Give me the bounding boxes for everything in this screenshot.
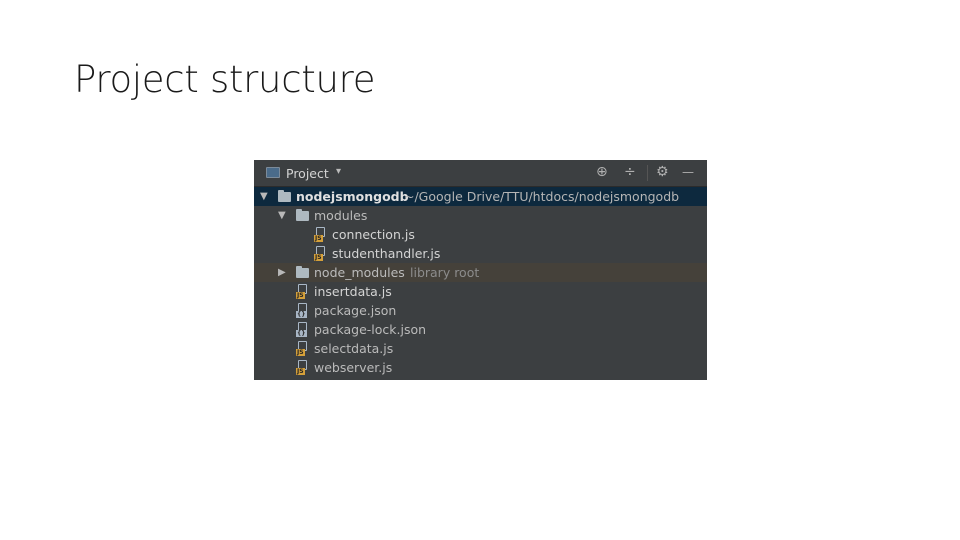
- minimize-icon[interactable]: —: [682, 164, 694, 180]
- project-view-icon: [266, 167, 280, 178]
- tree-item-node-modules[interactable]: ▶ node_modules library root: [254, 263, 707, 282]
- expand-arrow-icon[interactable]: ▼: [278, 206, 290, 225]
- tree-item-insertdata-js[interactable]: JS insertdata.js: [254, 282, 707, 301]
- js-file-icon: JS: [296, 360, 310, 375]
- tree-item-label: webserver.js: [314, 360, 393, 375]
- tree-item-label: node_modules: [314, 265, 405, 280]
- js-file-icon: JS: [296, 284, 310, 299]
- tree-item-label: selectdata.js: [314, 341, 394, 356]
- tree-item-label: nodejsmongodb: [296, 189, 409, 204]
- expand-arrow-icon[interactable]: ▼: [260, 187, 272, 206]
- project-tree: ▼ nodejsmongodb ~/Google Drive/TTU/htdoc…: [254, 187, 707, 377]
- collapse-icon[interactable]: ÷: [624, 164, 636, 180]
- tree-item-studenthandler-js[interactable]: JS studenthandler.js: [254, 244, 707, 263]
- toolbar-divider: [647, 165, 648, 181]
- project-view-selector[interactable]: Project: [286, 166, 329, 181]
- tree-item-label: studenthandler.js: [332, 246, 441, 261]
- project-tool-window: Project ▾ ⊕ ÷ ⚙ — ▼ nodejsmongodb ~/Goog…: [254, 160, 707, 380]
- tree-item-package-lock-json[interactable]: {} package-lock.json: [254, 320, 707, 339]
- tree-item-connection-js[interactable]: JS connection.js: [254, 225, 707, 244]
- project-toolbar: Project ▾ ⊕ ÷ ⚙ —: [254, 160, 707, 187]
- library-root-note: library root: [410, 265, 480, 280]
- tree-item-label: package.json: [314, 303, 397, 318]
- gear-icon[interactable]: ⚙: [656, 164, 669, 180]
- js-file-icon: JS: [314, 227, 328, 242]
- tree-item-label: connection.js: [332, 227, 415, 242]
- folder-icon: [278, 190, 291, 202]
- json-file-icon: {}: [296, 303, 310, 318]
- js-file-icon: JS: [314, 246, 328, 261]
- tree-item-label: insertdata.js: [314, 284, 392, 299]
- tree-item-package-json[interactable]: {} package.json: [254, 301, 707, 320]
- locate-icon[interactable]: ⊕: [596, 164, 608, 180]
- folder-icon: [296, 209, 309, 221]
- js-file-icon: JS: [296, 341, 310, 356]
- chevron-down-icon[interactable]: ▾: [336, 166, 341, 177]
- tree-item-nodejsmongodb[interactable]: ▼ nodejsmongodb ~/Google Drive/TTU/htdoc…: [254, 187, 707, 206]
- tree-item-webserver-js[interactable]: JS webserver.js: [254, 358, 707, 377]
- tree-item-path: ~/Google Drive/TTU/htdocs/nodejsmongodb: [404, 189, 680, 204]
- collapsed-arrow-icon[interactable]: ▶: [278, 263, 290, 282]
- tree-item-modules[interactable]: ▼ modules: [254, 206, 707, 225]
- tree-item-selectdata-js[interactable]: JS selectdata.js: [254, 339, 707, 358]
- tree-item-label: package-lock.json: [314, 322, 427, 337]
- slide-title: Project structure: [74, 58, 376, 101]
- json-file-icon: {}: [296, 322, 310, 337]
- tree-item-label: modules: [314, 208, 368, 223]
- folder-icon: [296, 266, 309, 278]
